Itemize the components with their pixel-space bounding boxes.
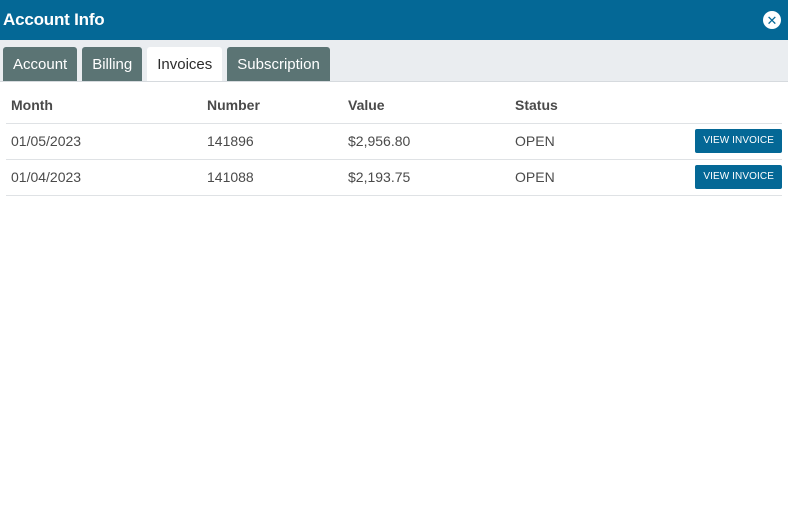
dialog-title: Account Info	[3, 10, 105, 29]
invoices-table: Month Number Value Status 01/05/2023 141…	[6, 82, 782, 196]
invoice-number: 141088	[202, 159, 343, 196]
table-row: 01/04/2023 141088 $2,193.75 OPEN VIEW IN…	[6, 159, 782, 196]
invoice-action-cell: VIEW INVOICE	[670, 123, 782, 160]
view-invoice-button[interactable]: VIEW INVOICE	[695, 129, 782, 153]
column-header-action	[670, 82, 782, 124]
close-icon[interactable]: ✕	[763, 11, 781, 29]
account-info-dialog: Account Info ✕ Account Billing Invoices …	[0, 0, 788, 526]
tab-invoices[interactable]: Invoices	[147, 47, 223, 81]
invoices-panel: Month Number Value Status 01/05/2023 141…	[0, 82, 788, 196]
tab-subscription[interactable]: Subscription	[227, 47, 330, 81]
invoice-month: 01/05/2023	[6, 123, 202, 160]
column-header-number: Number	[202, 82, 343, 124]
title-bar: Account Info ✕	[0, 0, 788, 40]
invoice-value: $2,193.75	[343, 159, 510, 196]
view-invoice-button[interactable]: VIEW INVOICE	[695, 165, 782, 189]
tab-account[interactable]: Account	[3, 47, 78, 81]
invoice-month: 01/04/2023	[6, 159, 202, 196]
invoice-value: $2,956.80	[343, 123, 510, 160]
invoice-action-cell: VIEW INVOICE	[670, 159, 782, 196]
table-row: 01/05/2023 141896 $2,956.80 OPEN VIEW IN…	[6, 123, 782, 160]
column-header-month: Month	[6, 82, 202, 124]
invoice-number: 141896	[202, 123, 343, 160]
table-header-row: Month Number Value Status	[6, 82, 782, 124]
invoice-status: OPEN	[510, 123, 670, 160]
tab-bar: Account Billing Invoices Subscription	[0, 40, 788, 82]
tab-billing[interactable]: Billing	[82, 47, 143, 81]
column-header-status: Status	[510, 82, 670, 124]
column-header-value: Value	[343, 82, 510, 124]
invoice-status: OPEN	[510, 159, 670, 196]
